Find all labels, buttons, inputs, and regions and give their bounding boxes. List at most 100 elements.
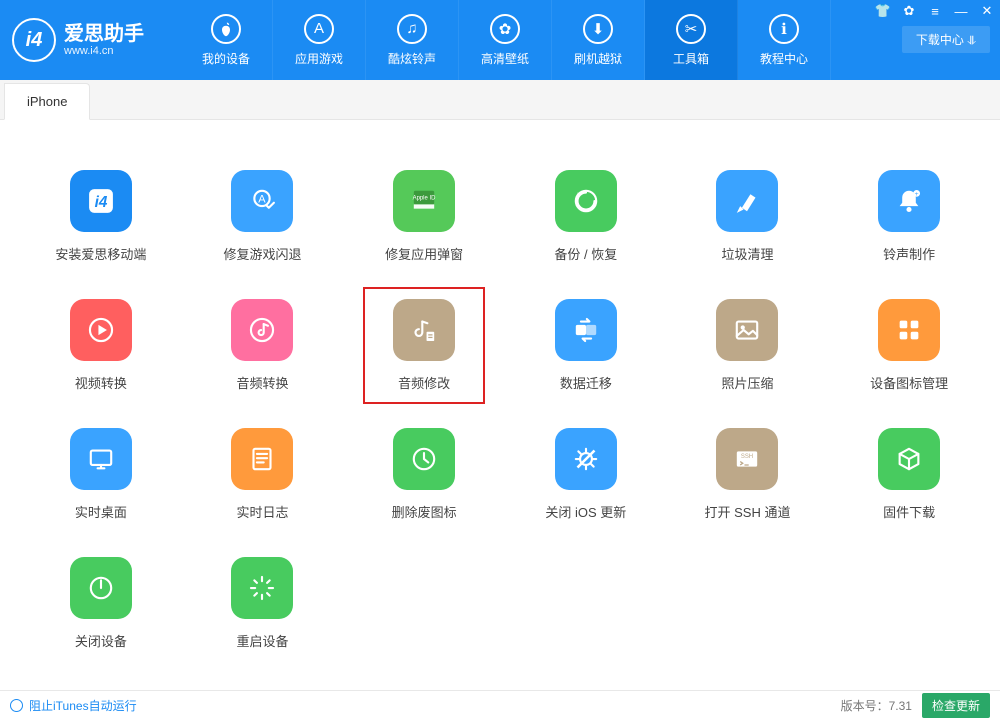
tool-label: 设备图标管理 [870, 373, 948, 392]
nav-icon: ♫ [397, 14, 427, 44]
tool-brush[interactable]: 垃圾清理 [697, 170, 799, 263]
i4-icon: i4 [70, 170, 132, 232]
tab-iphone[interactable]: iPhone [4, 83, 90, 120]
appcheck-icon: A [231, 170, 293, 232]
tool-label: 关闭 iOS 更新 [545, 502, 626, 521]
nav-icon: ✿ [490, 14, 520, 44]
tool-grid[interactable]: 设备图标管理 [858, 299, 960, 392]
clock-icon [393, 428, 455, 490]
nav-label: 应用游戏 [295, 50, 343, 67]
nav-label: 高清壁纸 [481, 50, 529, 67]
close-button[interactable]: ✕ [978, 3, 996, 19]
tool-label: 垃圾清理 [721, 244, 773, 263]
tool-label: 实时桌面 [75, 502, 127, 521]
app-subtitle: www.i4.cn [64, 45, 144, 57]
transfer-icon [555, 299, 617, 361]
power-icon [70, 557, 132, 619]
main-header: i4 爱思助手 www.i4.cn 我的设备 A 应用游戏 ♫ 酷炫铃声 ✿ 高清壁纸 ⬇ 刷机… [0, 0, 1000, 80]
tab-bar: iPhone [0, 80, 1000, 120]
nav-item-5[interactable]: ✂ 工具箱 [645, 0, 738, 80]
tool-musicedit[interactable]: 音频修改 [365, 289, 483, 402]
nav-icon: ⬇ [583, 14, 613, 44]
tool-play[interactable]: 视频转换 [50, 299, 152, 392]
tool-clock[interactable]: 删除废图标 [373, 428, 475, 521]
shirt-icon[interactable]: 👕 [874, 3, 892, 19]
tool-appleid[interactable]: Apple ID 修复应用弹窗 [373, 170, 475, 263]
photo-icon [716, 299, 778, 361]
minimize-button[interactable]: — [952, 3, 970, 19]
nav-item-3[interactable]: ✿ 高清壁纸 [459, 0, 552, 80]
tool-log[interactable]: 实时日志 [212, 428, 314, 521]
tool-label: 固件下载 [883, 502, 935, 521]
tool-bell[interactable]: + 铃声制作 [858, 170, 960, 263]
nav-item-0[interactable]: 我的设备 [180, 0, 273, 80]
nav-icon: A [304, 14, 334, 44]
logo-icon: i4 [12, 18, 56, 62]
nav-label: 酷炫铃声 [388, 50, 436, 67]
tool-label: 铃声制作 [883, 244, 935, 263]
block-itunes-label: 阻止iTunes自动运行 [29, 697, 137, 714]
nav-label: 教程中心 [760, 50, 808, 67]
download-center-label: 下载中心 [916, 33, 964, 47]
cube-icon [878, 428, 940, 490]
nav-icon [211, 14, 241, 44]
tool-label: 安装爱思移动端 [55, 244, 146, 263]
main-nav: 我的设备 A 应用游戏 ♫ 酷炫铃声 ✿ 高清壁纸 ⬇ 刷机越狱 ✂ 工具箱 ℹ 教程中心 [180, 0, 831, 80]
log-icon [231, 428, 293, 490]
tool-label: 备份 / 恢复 [554, 244, 617, 263]
radio-icon [10, 699, 23, 712]
block-itunes-toggle[interactable]: 阻止iTunes自动运行 [10, 697, 137, 714]
nav-label: 刷机越狱 [574, 50, 622, 67]
tool-label: 修复应用弹窗 [385, 244, 463, 263]
content-area: i4 安装爱思移动端 A 修复游戏闪退 Apple ID 修复应用弹窗 备份 / 恢复 垃圾清… [0, 120, 1000, 690]
tool-restart[interactable]: 重启设备 [212, 557, 314, 650]
play-icon [70, 299, 132, 361]
tool-monitor[interactable]: 实时桌面 [50, 428, 152, 521]
tool-label: 音频转换 [236, 373, 288, 392]
tool-label: 数据迁移 [560, 373, 612, 392]
nav-label: 我的设备 [202, 50, 250, 67]
bell-icon: + [878, 170, 940, 232]
tool-i4[interactable]: i4 安装爱思移动端 [50, 170, 152, 263]
nav-item-1[interactable]: A 应用游戏 [273, 0, 366, 80]
brush-icon [716, 170, 778, 232]
menu-icon[interactable]: ≡ [926, 3, 944, 19]
nav-item-2[interactable]: ♫ 酷炫铃声 [366, 0, 459, 80]
nav-icon: ℹ [769, 14, 799, 44]
monitor-icon [70, 428, 132, 490]
tool-backup[interactable]: 备份 / 恢复 [535, 170, 637, 263]
tool-label: 照片压缩 [721, 373, 773, 392]
nav-icon: ✂ [676, 14, 706, 44]
svg-text:Apple ID: Apple ID [413, 195, 436, 201]
tool-photo[interactable]: 照片压缩 [697, 299, 799, 392]
tool-power[interactable]: 关闭设备 [50, 557, 152, 650]
download-center-button[interactable]: 下载中心 ⥥ [902, 26, 990, 53]
svg-text:SSH: SSH [741, 454, 753, 460]
nav-item-6[interactable]: ℹ 教程中心 [738, 0, 831, 80]
download-icon: ⥥ [967, 33, 976, 47]
tool-grid: i4 安装爱思移动端 A 修复游戏闪退 Apple ID 修复应用弹窗 备份 / 恢复 垃圾清… [50, 170, 960, 650]
app-title: 爱思助手 [64, 23, 144, 45]
svg-text:A: A [259, 194, 267, 206]
tool-label: 删除废图标 [392, 502, 457, 521]
music-icon [231, 299, 293, 361]
tool-label: 重启设备 [236, 631, 288, 650]
nav-item-4[interactable]: ⬇ 刷机越狱 [552, 0, 645, 80]
tool-gearoff[interactable]: 关闭 iOS 更新 [535, 428, 637, 521]
version-text: 版本号：7.31 [841, 697, 912, 714]
musicedit-icon [393, 299, 455, 361]
tool-label: 视频转换 [75, 373, 127, 392]
tool-cube[interactable]: 固件下载 [858, 428, 960, 521]
tool-music[interactable]: 音频转换 [212, 299, 314, 392]
gearoff-icon [555, 428, 617, 490]
tool-appcheck[interactable]: A 修复游戏闪退 [212, 170, 314, 263]
check-update-button[interactable]: 检查更新 [922, 693, 990, 718]
tool-transfer[interactable]: 数据迁移 [535, 299, 637, 392]
settings-icon[interactable]: ✿ [900, 3, 918, 19]
backup-icon [555, 170, 617, 232]
tool-label: 修复游戏闪退 [223, 244, 301, 263]
tool-ssh[interactable]: SSH打开 SSH 通道 [697, 428, 799, 521]
restart-icon [231, 557, 293, 619]
ssh-icon: SSH [716, 428, 778, 490]
nav-label: 工具箱 [673, 50, 709, 67]
